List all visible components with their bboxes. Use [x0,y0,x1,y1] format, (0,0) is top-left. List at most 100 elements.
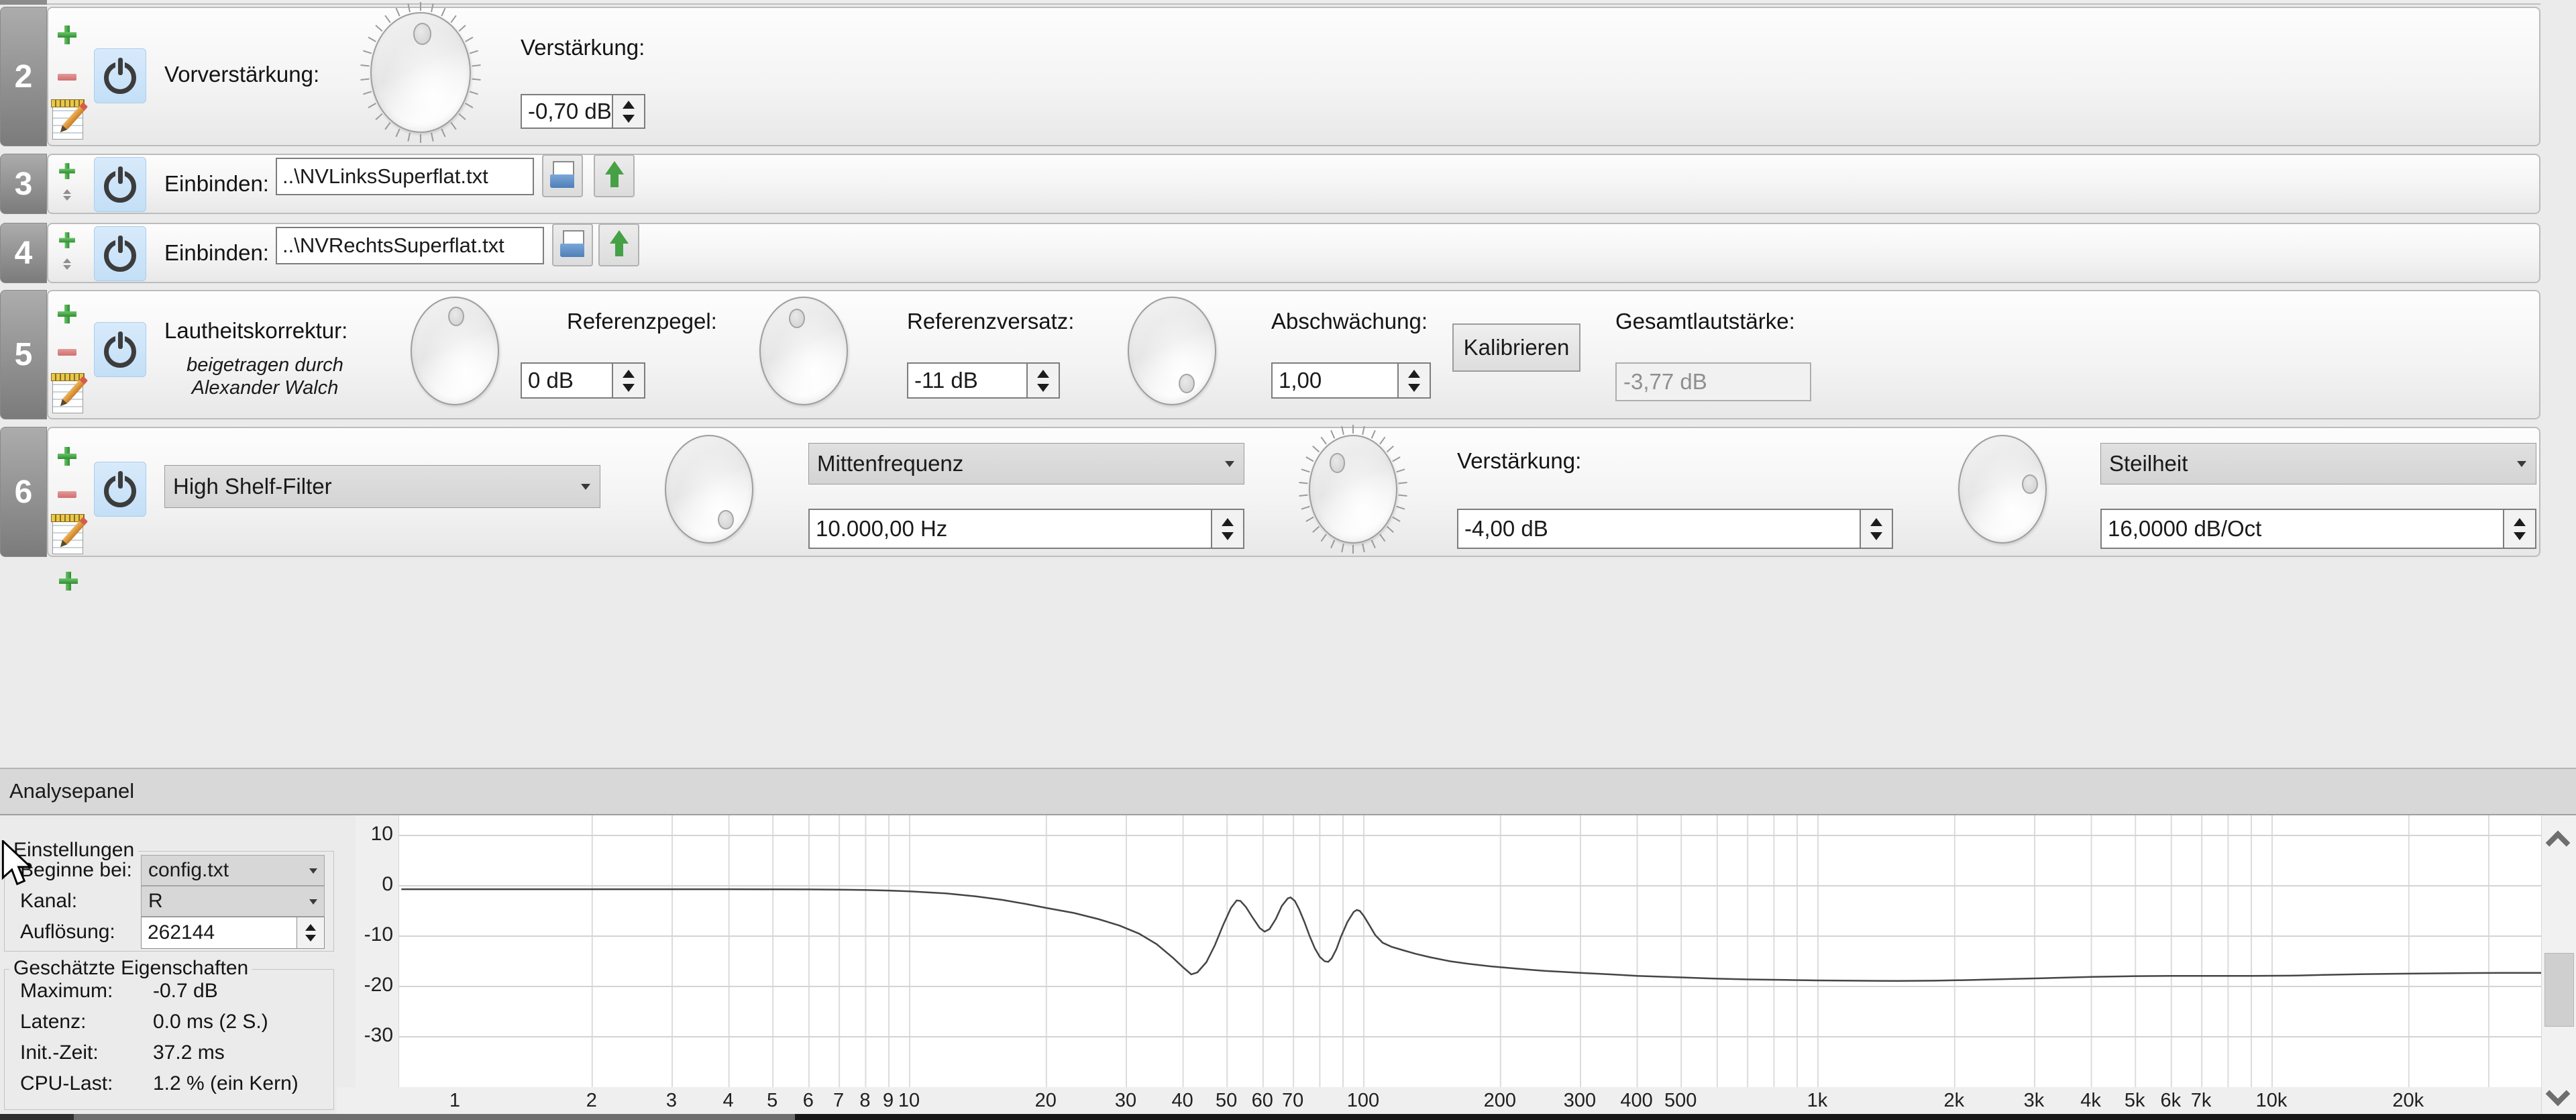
attenuation-knob[interactable] [1128,297,1216,405]
reference-level-spinner[interactable]: 0 dB [521,362,645,399]
power-toggle-button[interactable] [94,226,146,281]
reference-offset-label: Referenzversatz: [907,309,1074,334]
filter-gain-knob[interactable] [1958,435,2047,544]
remove-row-button[interactable] [58,349,76,356]
spinner-arrows[interactable] [1860,510,1892,548]
spin-up-icon[interactable] [1222,518,1234,526]
remove-row-button[interactable] [58,491,76,498]
expand-collapse-icon[interactable] [62,258,72,271]
x-axis-labels: 123456789102030405060701002003004005001k… [337,1087,2541,1114]
analysis-panel-header[interactable]: Analysepanel × [0,768,2576,815]
x-tick-label: 60 [1252,1090,1273,1112]
chevron-down-icon [1225,461,1234,467]
center-frequency-spinner[interactable]: 10.000,00 Hz [808,509,1244,549]
remove-row-button[interactable] [58,74,76,81]
channel-dropdown[interactable]: R [141,886,325,917]
open-file-button[interactable] [542,154,583,197]
knob-indicator [1179,374,1195,393]
knob-indicator [1330,453,1346,472]
horizontal-scrollbar[interactable] [0,1114,2576,1120]
vertical-scrollbar[interactable] [2541,815,2576,1114]
spin-up-icon[interactable] [1408,370,1420,378]
filter-type-dropdown[interactable]: High Shelf-Filter [164,465,600,508]
slope-spinner[interactable]: 16,0000 dB/Oct [2100,509,2536,549]
reference-level-knob[interactable] [411,297,499,405]
x-tick-label: 10 [898,1090,920,1112]
spinner-arrows[interactable] [1397,364,1430,397]
attenuation-spinner[interactable]: 1,00 [1271,362,1431,399]
scrollbar-thumb[interactable] [2544,953,2574,1027]
filter-gain-spinner[interactable]: -4,00 dB [1457,509,1893,549]
cpu-load-label: CPU-Last: [20,1072,113,1095]
spin-down-icon[interactable] [623,384,635,392]
include-path-field[interactable]: ..\NVLinksSuperflat.txt [276,158,534,195]
x-tick-label: 3 [666,1090,677,1112]
power-icon [104,238,136,270]
y-axis-labels: 100-10-20-30 [356,815,398,1087]
include-label: Einbinden: [164,171,269,197]
resolution-label: Auflösung: [20,921,115,944]
include-path-field[interactable]: ..\NVRechtsSuperflat.txt [276,227,544,264]
spin-up-icon[interactable] [305,924,316,931]
x-tick-label: 6 [803,1090,814,1112]
include-right-content: Einbinden: ..\NVRechtsSuperflat.txt [0,223,2576,283]
spinner-arrows[interactable] [297,917,324,948]
spin-down-icon[interactable] [2514,532,2526,540]
resolution-spinner[interactable]: 262144 [141,917,325,949]
begin-at-dropdown[interactable]: config.txt [141,855,325,886]
slope-param-dropdown[interactable]: Steilheit [2100,443,2536,485]
add-row-button[interactable] [58,305,76,323]
preamp-gain-spinner[interactable]: -0,70 dB [521,94,645,129]
add-row-button[interactable] [58,26,76,44]
preamp-gain-knob[interactable] [370,12,471,133]
reference-offset-spinner[interactable]: -11 dB [907,362,1060,399]
x-tick-label: 500 [1664,1090,1697,1112]
power-toggle-button[interactable] [94,157,146,212]
spin-up-icon[interactable] [1870,518,1882,526]
add-row-button[interactable] [59,232,75,248]
init-time-value: 37.2 ms [153,1041,225,1064]
move-up-button[interactable] [594,154,635,197]
spinner-arrows[interactable] [612,95,644,128]
scroll-up-icon[interactable] [2549,830,2567,848]
spin-down-icon[interactable] [1870,532,1882,540]
attenuation-label: Abschwächung: [1271,309,1428,334]
spin-up-icon[interactable] [623,370,635,378]
scrollbar-track-segment [0,1114,74,1120]
frequency-param-dropdown[interactable]: Mittenfrequenz [808,443,1244,485]
add-row-button[interactable] [59,163,75,179]
spin-down-icon[interactable] [305,935,316,941]
reference-offset-value: -11 dB [908,364,1026,397]
power-toggle-button[interactable] [94,462,146,517]
spin-down-icon[interactable] [1408,384,1420,392]
begin-at-value: config.txt [148,859,229,882]
expand-collapse-icon[interactable] [62,189,72,202]
filter-knob-1[interactable] [665,435,753,544]
open-file-button[interactable] [552,223,593,266]
add-row-button[interactable] [58,447,76,466]
calibrate-button[interactable]: Kalibrieren [1452,323,1580,372]
spin-up-icon[interactable] [2514,518,2526,526]
spinner-arrows[interactable] [1211,510,1243,548]
spin-down-icon[interactable] [1222,532,1234,540]
reference-offset-knob[interactable] [759,297,848,405]
center-frequency-knob[interactable] [1309,435,1397,544]
spinner-arrows[interactable] [1026,364,1059,397]
edit-comment-icon[interactable] [51,373,86,415]
scroll-down-icon[interactable] [2549,1085,2567,1103]
edit-comment-icon[interactable] [51,99,86,141]
spinner-arrows[interactable] [612,364,644,397]
spin-down-icon[interactable] [1037,384,1049,392]
row-1-tab-stub [0,0,47,5]
append-row-button[interactable] [59,572,78,591]
move-up-button[interactable] [598,223,639,266]
power-toggle-button[interactable] [94,48,146,103]
scrollbar-thumb[interactable] [74,1114,795,1120]
spin-up-icon[interactable] [1037,370,1049,378]
spin-up-icon[interactable] [623,101,635,109]
spinner-arrows[interactable] [2503,510,2535,548]
reference-level-label: Referenzpegel: [567,309,717,334]
spin-down-icon[interactable] [623,115,635,123]
y-tick-label: -10 [364,923,393,946]
edit-comment-icon[interactable] [51,514,86,556]
